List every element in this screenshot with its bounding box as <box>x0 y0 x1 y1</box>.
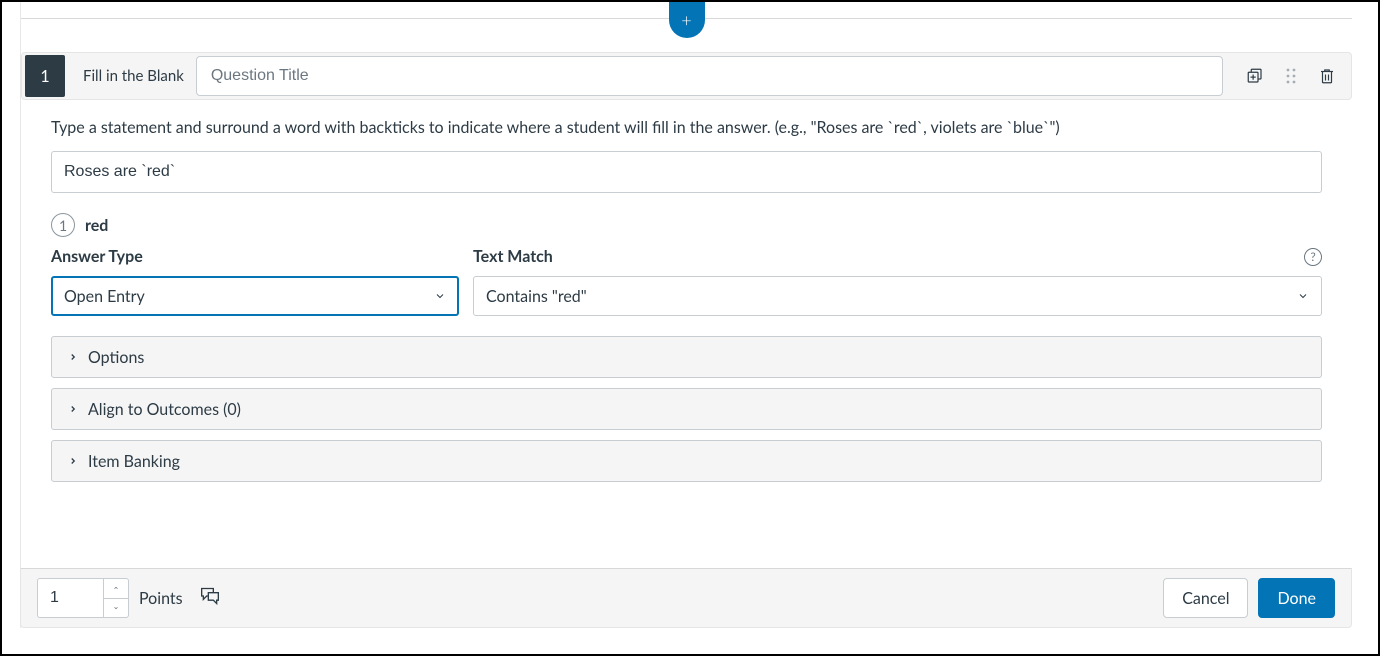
footer-actions: Cancel Done <box>1163 578 1335 618</box>
points-label: Points <box>139 589 183 608</box>
points-input[interactable] <box>37 578 103 618</box>
instruction-text: Type a statement and surround a word wit… <box>51 118 1322 137</box>
accordion-outcomes-label: Align to Outcomes (0) <box>88 400 241 419</box>
text-match-select[interactable]: Contains "red" <box>473 276 1322 316</box>
text-match-value: Contains "red" <box>486 287 587 306</box>
duplicate-icon[interactable] <box>1245 66 1265 86</box>
add-question-button[interactable]: + <box>669 2 705 38</box>
header-action-icons <box>1223 66 1351 86</box>
accordion-options[interactable]: Options <box>51 336 1322 378</box>
cancel-button[interactable]: Cancel <box>1163 578 1248 618</box>
answer-type-select[interactable]: Open Entry <box>51 276 459 316</box>
chevron-right-icon <box>68 404 78 414</box>
points-spinners <box>103 578 129 618</box>
question-header-bar: 1 Fill in the Blank <box>21 52 1352 100</box>
help-icon[interactable]: ? <box>1304 248 1322 266</box>
question-body: Type a statement and surround a word wit… <box>51 118 1322 492</box>
statement-input[interactable] <box>51 151 1322 193</box>
question-number-badge: 1 <box>25 55 65 97</box>
cancel-button-label: Cancel <box>1182 589 1229 608</box>
delete-icon[interactable] <box>1317 66 1337 86</box>
text-match-column: Text Match ? Contains "red" <box>473 247 1322 316</box>
drag-handle-icon[interactable] <box>1281 66 1301 86</box>
points-decrement[interactable] <box>104 598 128 617</box>
answer-type-label: Answer Type <box>51 247 143 266</box>
blank-indicator-row: 1 red <box>51 213 1322 237</box>
plus-icon: + <box>681 11 691 29</box>
done-button-label: Done <box>1277 589 1316 608</box>
points-stepper <box>37 578 129 618</box>
chevron-right-icon <box>68 456 78 466</box>
question-editor: + 1 Fill in the Blank <box>20 2 1352 628</box>
chevron-down-icon <box>434 290 446 302</box>
done-button[interactable]: Done <box>1258 578 1335 618</box>
text-match-label: Text Match <box>473 247 553 266</box>
question-editor-frame: + 1 Fill in the Blank <box>0 0 1380 656</box>
feedback-icon[interactable] <box>199 586 221 610</box>
question-title-input[interactable] <box>196 56 1223 96</box>
accordion-item-banking[interactable]: Item Banking <box>51 440 1322 482</box>
chevron-up-icon <box>111 585 121 591</box>
question-footer: Points Cancel Done <box>20 568 1352 628</box>
points-increment[interactable] <box>104 579 128 598</box>
question-number: 1 <box>40 67 49 86</box>
chevron-right-icon <box>68 352 78 362</box>
question-type-label: Fill in the Blank <box>83 67 184 85</box>
answer-type-value: Open Entry <box>64 287 145 306</box>
accordion-options-label: Options <box>88 348 144 367</box>
accordion-outcomes[interactable]: Align to Outcomes (0) <box>51 388 1322 430</box>
blank-index: 1 <box>59 217 67 234</box>
answer-config-row: Answer Type Open Entry Text Match ? Cont… <box>51 247 1322 316</box>
accordion-item-banking-label: Item Banking <box>88 452 180 471</box>
points-group: Points <box>37 578 221 618</box>
chevron-down-icon <box>1297 290 1309 302</box>
accordion-group: Options Align to Outcomes (0) Item Banki… <box>51 336 1322 482</box>
blank-index-badge: 1 <box>51 213 75 237</box>
answer-type-column: Answer Type Open Entry <box>51 247 459 316</box>
chevron-down-icon <box>111 605 121 611</box>
blank-word: red <box>85 216 108 235</box>
